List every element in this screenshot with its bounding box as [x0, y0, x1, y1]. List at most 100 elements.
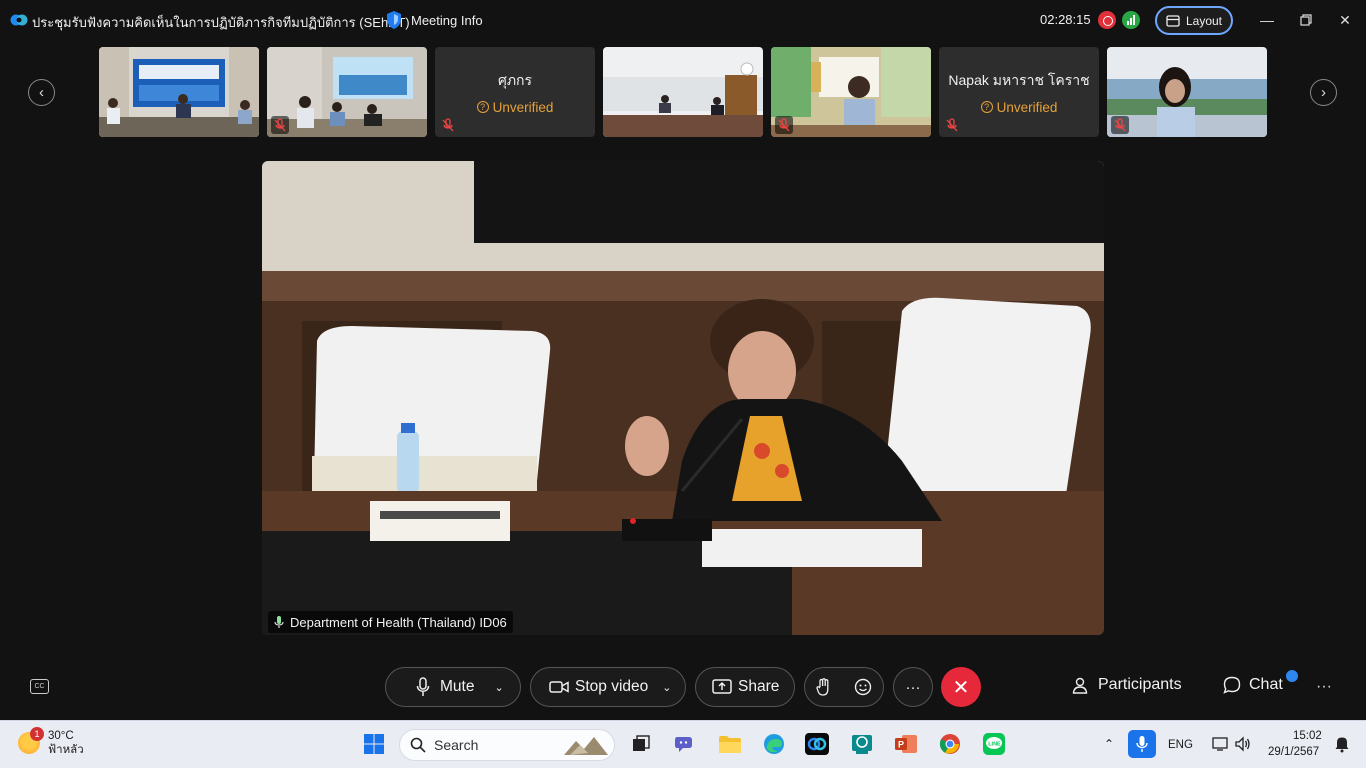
- share-button[interactable]: Share: [695, 667, 795, 707]
- video-camera-icon: [549, 681, 569, 693]
- windows-taskbar: 1 30°C ฟ้าหลัว Search P LINE ⌃ ENG 15:02…: [0, 720, 1366, 768]
- signal-bars-icon: [1127, 15, 1135, 25]
- participant-name-tile[interactable]: Napak มหาราช โคราช ? Unverified: [939, 47, 1099, 137]
- participant-video-tile[interactable]: [771, 47, 931, 137]
- restore-icon[interactable]: [1296, 10, 1316, 30]
- participants-label: Participants: [1098, 676, 1182, 693]
- chevron-down-icon[interactable]: ⌄: [662, 681, 671, 694]
- meeting-timer: 02:28:15: [1040, 12, 1091, 27]
- participant-video-frame: [267, 47, 427, 137]
- file-explorer-icon[interactable]: [716, 730, 744, 758]
- reactions-group: [804, 667, 884, 707]
- participant-name-tile[interactable]: ศุภกร ? Unverified: [435, 47, 595, 137]
- meeting-info-button[interactable]: Meeting Info: [385, 10, 483, 30]
- more-options-icon[interactable]: ···: [1316, 678, 1332, 696]
- chevron-down-icon[interactable]: ⌄: [494, 681, 503, 694]
- svg-text:LINE: LINE: [988, 742, 1001, 748]
- participant-video-tile[interactable]: [267, 47, 427, 137]
- start-button[interactable]: [360, 730, 388, 758]
- active-speaker-label: Department of Health (Thailand) ID06: [268, 611, 513, 633]
- network-health-icon[interactable]: [1122, 11, 1140, 29]
- svg-text:P: P: [898, 740, 904, 750]
- search-label: Search: [434, 737, 479, 753]
- muted-mic-icon: [1111, 116, 1129, 134]
- participant-video-frame: [99, 47, 259, 137]
- title-bar: ประชุมรับฟังความคิดเห็นในการปฏิบัติภารกิ…: [0, 0, 1366, 40]
- microphone-in-use-icon[interactable]: [1128, 730, 1156, 758]
- participant-video-frame: [771, 47, 931, 137]
- question-circle-icon: ?: [476, 101, 489, 113]
- share-label: Share: [738, 678, 780, 695]
- webex-taskbar-icon[interactable]: [803, 730, 831, 758]
- edge-browser-icon[interactable]: [760, 730, 788, 758]
- chat-label: Chat: [1249, 676, 1283, 693]
- muted-mic-icon: [943, 116, 961, 134]
- raise-hand-icon[interactable]: [816, 678, 832, 696]
- unverified-label: Unverified: [492, 99, 554, 115]
- unverified-label: Unverified: [996, 99, 1058, 115]
- task-view-icon[interactable]: [627, 730, 655, 758]
- participants-button[interactable]: Participants: [1072, 676, 1182, 694]
- search-icon: [410, 737, 426, 753]
- microphone-icon: [274, 616, 284, 628]
- more-dots-icon: ···: [905, 678, 921, 696]
- weather-description: ฟ้าหลัว: [48, 744, 84, 756]
- chrome-browser-icon[interactable]: [936, 730, 964, 758]
- powerpoint-icon[interactable]: P: [892, 730, 920, 758]
- question-circle-icon: ?: [980, 101, 993, 113]
- chat-bubble-icon: [1223, 676, 1241, 694]
- chevron-left-icon: ‹: [39, 84, 44, 101]
- chat-button[interactable]: Chat: [1223, 676, 1283, 694]
- active-speaker-video[interactable]: [262, 161, 1104, 635]
- taskbar-search-box[interactable]: Search: [399, 729, 615, 761]
- search-highlight-icon: [564, 737, 608, 755]
- photos-app-icon[interactable]: [848, 730, 876, 758]
- line-app-icon[interactable]: LINE: [980, 730, 1008, 758]
- minimize-icon[interactable]: —: [1257, 10, 1277, 30]
- closed-captions-button[interactable]: CC: [30, 679, 49, 694]
- unverified-status: ? Unverified: [980, 99, 1058, 115]
- mute-button[interactable]: Mute ⌄: [385, 667, 521, 707]
- emoji-reaction-icon[interactable]: [854, 678, 872, 696]
- stop-video-button[interactable]: Stop video ⌄: [530, 667, 686, 707]
- weather-sun-icon: 1: [18, 727, 44, 754]
- muted-mic-icon: [775, 116, 793, 134]
- windows-logo-icon: [364, 734, 384, 754]
- meeting-info-label: Meeting Info: [411, 12, 483, 28]
- participant-video-frame: [603, 47, 763, 137]
- participant-video-frame: [1107, 47, 1267, 137]
- close-icon[interactable]: ✕: [1335, 10, 1355, 30]
- layout-label: Layout: [1185, 13, 1223, 28]
- weather-temperature: 30°C: [48, 730, 74, 742]
- unread-chat-badge: [1286, 670, 1298, 682]
- muted-mic-icon: [271, 116, 289, 134]
- volume-icon[interactable]: [1229, 730, 1257, 758]
- input-language[interactable]: ENG: [1168, 739, 1193, 751]
- clock-date[interactable]: 29/1/2567: [1268, 746, 1319, 758]
- notifications-icon[interactable]: [1328, 730, 1356, 758]
- participant-name: ศุภกร: [497, 71, 533, 88]
- participant-video-tile[interactable]: [603, 47, 763, 137]
- show-hidden-icons-chevron[interactable]: ⌃: [1104, 737, 1114, 751]
- mute-label: Mute: [440, 678, 475, 695]
- layout-button[interactable]: Layout: [1155, 6, 1233, 35]
- unverified-status: ? Unverified: [476, 99, 554, 115]
- strip-previous-button[interactable]: ‹: [28, 79, 55, 106]
- webex-logo-icon: [10, 14, 28, 26]
- weather-alert-badge: 1: [30, 727, 44, 741]
- meeting-title: ประชุมรับฟังความคิดเห็นในการปฏิบัติภารกิ…: [32, 15, 410, 30]
- participant-video-tile[interactable]: [99, 47, 259, 137]
- participant-video-tile[interactable]: [1107, 47, 1267, 137]
- participant-name: Napak มหาราช โคราช: [948, 71, 1090, 88]
- speaker-name: Department of Health (Thailand) ID06: [290, 614, 507, 630]
- more-options-button[interactable]: ···: [893, 667, 933, 707]
- recording-indicator-icon[interactable]: [1098, 11, 1116, 29]
- strip-next-button[interactable]: ›: [1310, 79, 1337, 106]
- end-meeting-button[interactable]: ✕: [941, 667, 981, 707]
- muted-mic-icon: [439, 116, 457, 134]
- active-speaker-frame: [262, 161, 1104, 635]
- stop-video-label: Stop video: [575, 678, 649, 695]
- clock-time[interactable]: 15:02: [1293, 730, 1322, 742]
- teams-chat-icon[interactable]: [671, 730, 699, 758]
- weather-widget[interactable]: 1 30°C ฟ้าหลัว: [18, 727, 84, 757]
